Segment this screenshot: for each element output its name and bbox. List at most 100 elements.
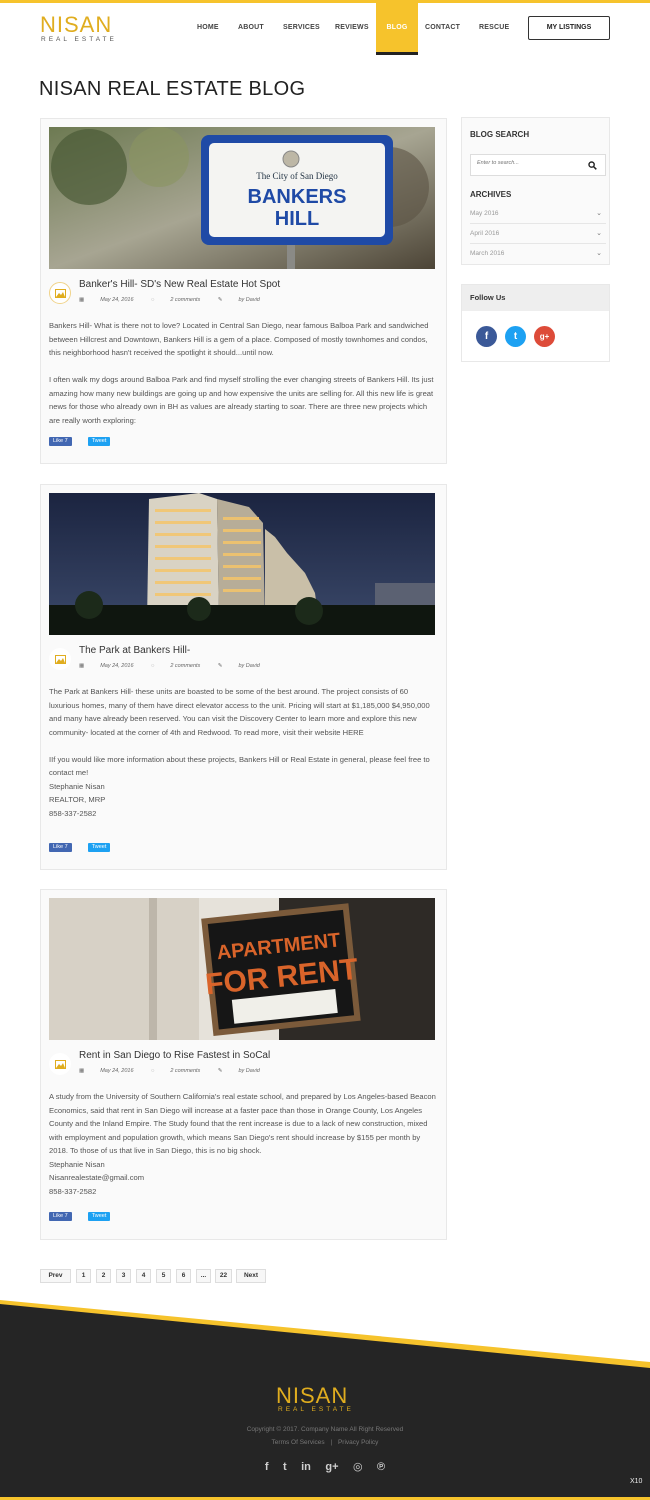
terms-link[interactable]: Terms Of Services <box>272 1439 325 1446</box>
tweet-button[interactable]: Tweet <box>87 437 111 446</box>
footer-links: Terms Of Services | Privacy Policy <box>0 1439 650 1446</box>
pagination-page[interactable]: 1 <box>76 1269 91 1283</box>
post-author[interactable]: by David <box>238 297 259 303</box>
pencil-icon: ✎ <box>217 297 223 303</box>
footer-social-icons: f t in g+ ◎ ℗ <box>0 1457 650 1475</box>
post-date: May 24, 2016 <box>100 297 134 303</box>
my-listings-button[interactable]: MY LISTINGS <box>528 16 610 40</box>
nav-services[interactable]: SERVICES <box>283 24 320 31</box>
nav-blog[interactable]: BLOG <box>376 3 418 55</box>
chevron-down-icon: ⌄ <box>596 210 602 217</box>
footer-logo-subtitle: REAL ESTATE <box>278 1406 354 1413</box>
footer-link-separator: | <box>330 1439 333 1446</box>
post-author[interactable]: by David <box>238 663 259 669</box>
search-input[interactable] <box>477 160 577 166</box>
post-paragraph: I often walk my dogs around Balboa Park … <box>49 375 434 425</box>
facebook-like-button[interactable]: Like 7 <box>49 437 72 446</box>
post-meta: ▦ May 24, 2016 ◌ 2 comments ✎ by David <box>79 1068 276 1074</box>
pagination-page[interactable]: 2 <box>96 1269 111 1283</box>
site-logo[interactable]: NISAN REAL ESTATE <box>40 12 140 44</box>
pinterest-icon[interactable]: ℗ <box>377 1461 385 1473</box>
post-image-park-at-bankers-hill[interactable] <box>49 493 435 635</box>
post-meta: ▦ May 24, 2016 ◌ 2 comments ✎ by David <box>79 297 276 303</box>
blog-post: The Park at Bankers Hill- ▦ May 24, 2016 … <box>40 484 447 870</box>
linkedin-icon[interactable]: in <box>301 1461 311 1473</box>
comment-icon: ◌ <box>151 297 155 303</box>
facebook-like-button[interactable]: Like 7 <box>49 1212 72 1221</box>
pagination-page[interactable]: 6 <box>176 1269 191 1283</box>
instagram-icon[interactable]: ◎ <box>353 1460 363 1473</box>
post-comments[interactable]: 2 comments <box>170 1068 200 1074</box>
facebook-icon[interactable]: f <box>265 1461 269 1473</box>
archive-item[interactable]: May 2016 ⌄ <box>470 204 606 224</box>
image-post-format-badge <box>49 282 71 304</box>
post-date: May 24, 2016 <box>100 663 134 669</box>
post-body: Bankers Hill- What is there not to love?… <box>49 319 439 427</box>
twitter-icon[interactable]: t <box>283 1461 287 1473</box>
follow-us-widget: Follow Us f t g+ <box>461 284 610 362</box>
search-box <box>470 154 606 176</box>
post-title[interactable]: The Park at Bankers Hill- <box>79 645 190 656</box>
post-title[interactable]: Rent in San Diego to Rise Fastest in SoC… <box>79 1050 270 1061</box>
post-paragraph: Bankers Hill- What is there not to love?… <box>49 321 429 357</box>
image-post-format-badge <box>49 648 71 670</box>
twitter-icon[interactable]: t <box>505 326 526 347</box>
post-comments[interactable]: 2 comments <box>170 663 200 669</box>
tweet-button[interactable]: Tweet <box>87 843 111 852</box>
pagination-prev[interactable]: Prev <box>40 1269 71 1283</box>
blog-post: The City of San Diego BANKERS HILL Banke… <box>40 118 447 464</box>
nav-about[interactable]: ABOUT <box>238 24 264 31</box>
archive-item[interactable]: April 2016 ⌄ <box>470 224 606 244</box>
follow-us-title: Follow Us <box>462 285 609 311</box>
post-signature-name: Stephanie Nisan <box>49 1159 105 1169</box>
chevron-down-icon: ⌄ <box>596 230 602 237</box>
facebook-like-button[interactable]: Like 7 <box>49 843 72 852</box>
logo-subtitle: REAL ESTATE <box>41 36 117 43</box>
footer-logo-word: NISAN <box>276 1383 349 1408</box>
logo-word: NISAN <box>40 12 113 37</box>
post-image-apartment-for-rent-sign[interactable]: APARTMENT FOR RENT <box>49 898 435 1040</box>
pagination-page[interactable]: 3 <box>116 1269 131 1283</box>
privacy-link[interactable]: Privacy Policy <box>338 1439 378 1446</box>
pagination-next[interactable]: Next <box>236 1269 266 1283</box>
search-icon[interactable] <box>588 161 597 170</box>
post-image-bankers-hill-sign[interactable]: The City of San Diego BANKERS HILL <box>49 127 435 269</box>
chevron-down-icon: ⌄ <box>596 250 602 257</box>
pagination-page[interactable]: 4 <box>136 1269 151 1283</box>
share-buttons: Like 7 Tweet <box>49 1212 111 1230</box>
pagination-page[interactable]: 22 <box>215 1269 232 1283</box>
tweet-button[interactable]: Tweet <box>87 1212 111 1221</box>
facebook-icon[interactable]: f <box>476 326 497 347</box>
archives-title: ARCHIVES <box>470 190 512 199</box>
copyright-text: Copyright © 2017. Company Name All Right… <box>246 1426 404 1433</box>
blog-post: APARTMENT FOR RENT Rent in San Diego to … <box>40 889 447 1240</box>
post-author[interactable]: by David <box>238 1068 259 1074</box>
post-body: The Park at Bankers Hill- these units ar… <box>49 685 439 820</box>
top-accent-line <box>0 0 650 3</box>
image-icon <box>55 1060 66 1069</box>
post-signature-phone: 858-337-2582 <box>49 1186 97 1196</box>
post-title[interactable]: Banker's Hill- SD's New Real Estate Hot … <box>79 279 280 290</box>
page-title: NISAN REAL ESTATE BLOG <box>39 78 306 100</box>
image-post-format-badge <box>49 1053 71 1075</box>
blog-search-widget: BLOG SEARCH ARCHIVES May 2016 ⌄ April 201… <box>461 117 610 265</box>
nav-contact[interactable]: CONTACT <box>425 24 460 31</box>
archive-label: May 2016 <box>470 210 499 217</box>
image-icon <box>55 655 66 664</box>
nav-home[interactable]: HOME <box>197 24 219 31</box>
archive-item[interactable]: March 2016 ⌄ <box>470 244 606 264</box>
nav-rescue[interactable]: RESCUE <box>479 24 509 31</box>
footer-logo[interactable]: NISAN REAL ESTATE <box>276 1385 376 1415</box>
nav-reviews[interactable]: REVIEWS <box>335 24 369 31</box>
google-plus-icon[interactable]: g+ <box>534 326 555 347</box>
share-buttons: Like 7 Tweet <box>49 437 111 455</box>
pagination-page[interactable]: 5 <box>156 1269 171 1283</box>
post-signature-email: Nisanrealestate@gmail.com <box>49 1173 145 1182</box>
post-paragraph: IIf you would like more information abou… <box>49 754 430 778</box>
sign-line3: HILL <box>275 208 319 230</box>
pencil-icon: ✎ <box>217 1068 223 1074</box>
google-plus-icon[interactable]: g+ <box>325 1461 338 1473</box>
post-paragraph: The Park at Bankers Hill- these units ar… <box>49 687 430 737</box>
archive-label: April 2016 <box>470 230 500 237</box>
post-comments[interactable]: 2 comments <box>170 297 200 303</box>
